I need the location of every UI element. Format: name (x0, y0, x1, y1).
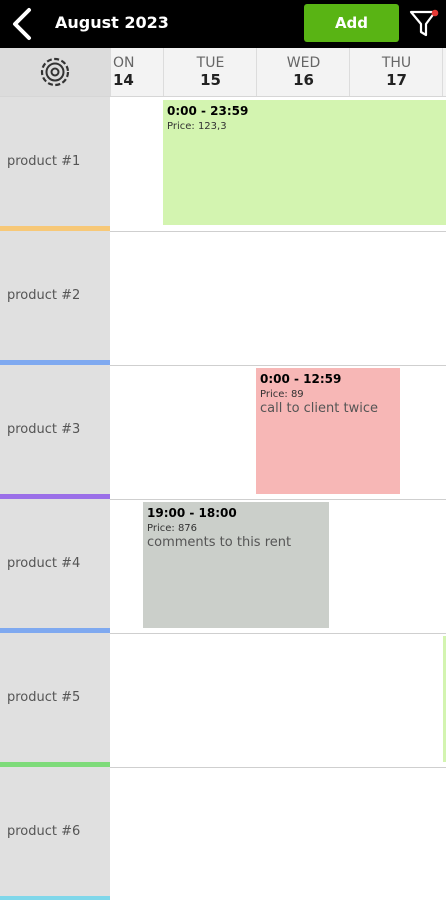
rent-time: 0:00 - 23:59 (167, 104, 249, 118)
day-number: 14 (113, 71, 134, 89)
rent-comment: call to client twice (260, 401, 378, 416)
filter-icon (409, 9, 439, 37)
rent-price: Price: 123,3 (167, 121, 227, 132)
back-button[interactable] (8, 6, 36, 42)
filter-button[interactable] (408, 8, 440, 40)
day-of-week: THU (381, 55, 412, 71)
product-name: product #3 (7, 422, 81, 437)
product-label[interactable]: product #1 (0, 97, 110, 231)
day-column-thu[interactable]: THU 17 (349, 48, 443, 96)
day-of-week: WED (286, 55, 321, 71)
product-color-stripe (0, 896, 110, 900)
schedule-grid: product #1 product #2 product #3 product… (0, 97, 446, 900)
product-row[interactable]: product #6 (0, 767, 446, 900)
product-label[interactable]: product #3 (0, 365, 110, 499)
settings-button[interactable] (0, 48, 110, 96)
product-name: product #4 (7, 556, 81, 571)
day-column-wed[interactable]: WED 16 (256, 48, 350, 96)
day-number: 15 (200, 71, 221, 89)
day-header: ON 14 TUE 15 WED 16 THU 17 (0, 48, 446, 97)
product-row[interactable]: product #2 (0, 231, 446, 366)
add-button[interactable]: Add (304, 4, 399, 42)
rent-price: Price: 876 (147, 523, 198, 534)
product-row[interactable]: product #5 (0, 633, 446, 768)
product-label[interactable]: product #6 (0, 767, 110, 900)
product-name: product #6 (7, 824, 81, 839)
rent-time: 0:00 - 12:59 (260, 372, 342, 386)
day-column-mon[interactable]: ON 14 (110, 48, 164, 96)
day-number: 16 (293, 71, 314, 89)
rent-block[interactable]: 0:00 - 23:59 Price: 123,3 (163, 100, 446, 225)
rent-price: Price: 89 (260, 389, 304, 400)
rent-time: 19:00 - 18:00 (147, 506, 237, 520)
product-name: product #1 (7, 154, 81, 169)
day-column-next (442, 48, 446, 96)
day-number: 17 (386, 71, 407, 89)
rent-block[interactable]: 0:00 - 12:59 Price: 89 call to client tw… (256, 368, 400, 494)
chevron-left-icon (13, 8, 31, 40)
rent-block[interactable]: 19:00 - 18:00 Price: 876 comments to thi… (143, 502, 329, 628)
month-title: August 2023 (55, 13, 169, 32)
product-label[interactable]: product #5 (0, 633, 110, 767)
gear-icon (40, 57, 70, 87)
top-bar: August 2023 Add (0, 0, 446, 48)
product-label[interactable]: product #2 (0, 231, 110, 365)
day-column-tue[interactable]: TUE 15 (163, 48, 257, 96)
product-name: product #5 (7, 690, 81, 705)
product-name: product #2 (7, 288, 81, 303)
product-label[interactable]: product #4 (0, 499, 110, 633)
day-of-week: ON (113, 55, 135, 71)
day-of-week: TUE (196, 55, 225, 71)
rent-comment: comments to this rent (147, 535, 292, 550)
